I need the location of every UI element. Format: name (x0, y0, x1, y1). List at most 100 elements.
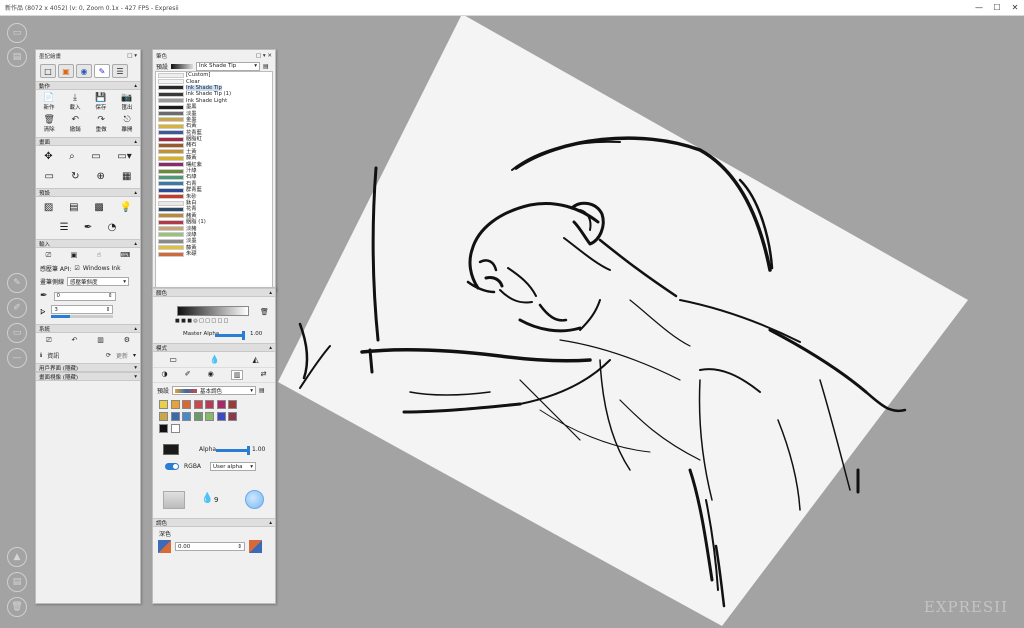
brush-preset-select[interactable]: Ink Shade Tip ▾ (196, 61, 261, 71)
ui-section-header[interactable]: 用戶界面 (隱藏) ▾ (36, 363, 140, 372)
palette-list-icon[interactable]: ▤ (259, 387, 265, 394)
brush-button-3[interactable]: ▭ (7, 323, 27, 343)
settings-gear-icon[interactable]: ⚙ (124, 336, 130, 345)
frame-icon[interactable]: ▭ (45, 171, 54, 182)
mixer-tab-icon[interactable]: ⇄ (261, 370, 267, 380)
update-dropdown-icon[interactable]: ▾ (133, 352, 136, 359)
panel-options-icon[interactable]: □ ▾ ✕ (256, 53, 272, 59)
layers-button[interactable]: ▤ (7, 572, 27, 592)
undo-button[interactable]: ↶ 撤銷 (70, 115, 81, 133)
maximize-button[interactable]: ☐ (988, 0, 1006, 16)
color-swatch[interactable] (170, 400, 180, 409)
tablet-tab-icon[interactable]: ▣ (71, 251, 78, 260)
brush-list-item[interactable]: 朱磦 (156, 251, 272, 257)
touch-tab-icon[interactable]: ☝ (97, 251, 101, 260)
color-swatch[interactable] (216, 412, 226, 421)
image-icon[interactable]: ▨ (44, 202, 53, 213)
display-tab-icon[interactable]: ⎚ (46, 336, 52, 345)
info-button[interactable]: 資訊 (47, 351, 59, 360)
color-swatch[interactable] (159, 412, 168, 421)
close-button[interactable]: ✕ (1006, 0, 1024, 16)
gradient-icon[interactable]: ▩ (94, 202, 103, 213)
wheel-tab-icon[interactable]: ◉ (208, 370, 214, 380)
timer-icon[interactable]: ◔ (108, 222, 117, 233)
mode-section-header[interactable]: 模式 ▴ (153, 343, 275, 352)
panel-options-icon[interactable]: □ ▾ (127, 53, 137, 59)
redo-button[interactable]: ↷ 重做 (96, 115, 107, 133)
zoom-icon[interactable]: ⌕ (69, 151, 75, 162)
input-section-header[interactable]: 輸入 ▴ (36, 239, 140, 248)
color-swatch[interactable] (159, 400, 168, 409)
bulb-icon[interactable]: 💡 (120, 202, 132, 213)
export-button[interactable]: 📷 匯出 (121, 93, 132, 111)
color-swatch[interactable] (228, 400, 237, 409)
move-icon[interactable]: ✥ (44, 151, 52, 162)
brush-button-1[interactable]: ✎ (7, 273, 27, 293)
adjust-section-header[interactable]: 調色 ▴ (153, 518, 275, 527)
input-value-2[interactable]: 3 ⇕ (51, 305, 114, 314)
drop-mode-icon[interactable]: 💧 (210, 355, 220, 364)
sliders-icon[interactable]: ☰ (60, 222, 69, 233)
canvas-button-2[interactable]: ▤ (7, 47, 27, 67)
brush-list[interactable]: [Custom] Clear Ink Shade Tip Ink Shade Tip … (155, 71, 273, 289)
trash-icon[interactable]: 🗑 (260, 308, 269, 316)
update-button[interactable]: 更新 (116, 351, 128, 360)
load-button[interactable]: ⤓ 載入 (69, 93, 80, 111)
alpha-gradient[interactable] (177, 306, 249, 316)
rect-mode-icon[interactable]: ▭ (169, 355, 177, 364)
tab-color[interactable]: ◉ (76, 64, 92, 78)
eyedropper-icon[interactable]: ✐ (185, 370, 191, 380)
monitor-icon[interactable]: ▭ (91, 151, 100, 162)
color-swatch[interactable] (193, 400, 203, 409)
deep-right-swatch[interactable] (249, 540, 262, 553)
alpha-slider[interactable] (216, 446, 250, 455)
grid-icon[interactable]: ▦ (122, 171, 131, 182)
brush-button-2[interactable]: ✐ (7, 298, 27, 318)
system-section-header[interactable]: 系統 ▴ (36, 324, 140, 333)
canvas-icon[interactable]: ▤ (69, 202, 78, 213)
undo-tab-icon[interactable]: ↶ (71, 336, 77, 345)
preset-section-header[interactable]: 預設 ▴ (36, 188, 140, 197)
input-value-1[interactable]: 0 ⇕ (53, 291, 116, 301)
color-swatch[interactable] (228, 412, 237, 421)
exit-button[interactable]: ⎋ 離開 (122, 115, 133, 133)
target-icon[interactable]: ⊕ (97, 171, 105, 182)
input-value-2-slider[interactable] (51, 315, 114, 318)
master-alpha-slider[interactable] (215, 331, 245, 340)
trash-button[interactable]: 🗑 (7, 597, 27, 617)
tab-brush[interactable]: ✎ (94, 64, 110, 78)
paper-texture-swatch[interactable] (163, 491, 185, 509)
color-swatch[interactable] (216, 400, 226, 409)
deep-value-input[interactable]: 0.00 ⇕ (175, 542, 245, 551)
tab-menu[interactable]: ☰ (112, 64, 128, 78)
water-color-circle[interactable] (245, 490, 264, 509)
color-swatch[interactable] (182, 412, 191, 421)
color-swatch[interactable] (205, 412, 214, 421)
keyboard-tab-icon[interactable]: ⌨ (120, 251, 130, 260)
color-swatch[interactable] (205, 400, 214, 409)
view-section-header[interactable]: 畫面 ▴ (36, 137, 140, 146)
palette-preset-select[interactable]: 基本調色 ▾ (172, 386, 257, 395)
clear-button[interactable]: 🗑 清除 (43, 115, 54, 133)
color-swatch[interactable] (170, 412, 180, 421)
stylus-tab-icon[interactable]: ⎚ (46, 251, 52, 260)
windows-ink-checkbox[interactable]: ☑ (74, 265, 79, 272)
color-swatch[interactable] (159, 424, 168, 433)
user-alpha-select[interactable]: User alpha ▾ (210, 462, 256, 471)
actions-section-header[interactable]: 動作 ▴ (36, 81, 140, 90)
color-swatch[interactable] (182, 400, 191, 409)
tab-canvas[interactable]: ▣ (58, 64, 74, 78)
mapping-select[interactable]: 感壓筆斜度 ▾ (67, 277, 130, 286)
color-swatch[interactable] (170, 424, 180, 433)
triangle-mode-icon[interactable]: ◭ (252, 355, 258, 364)
canvas-display-section-header[interactable]: 畫面視像 (隱藏) ▾ (36, 372, 140, 381)
display-icon[interactable]: ▭▾ (117, 151, 131, 162)
swatches-tab-icon[interactable]: ▥ (230, 370, 244, 380)
brush-list-view-icon[interactable]: ▤ (263, 63, 269, 70)
nav-up-button[interactable]: ▲ (7, 547, 27, 567)
memory-tab-icon[interactable]: ▥ (97, 336, 104, 345)
alpha-stops[interactable]: ■■■◎□□□□□ (175, 318, 230, 324)
brush-button-4[interactable]: — (7, 348, 27, 368)
rgba-toggle[interactable] (165, 463, 179, 470)
canvas-button-1[interactable]: ▭ (7, 23, 27, 43)
